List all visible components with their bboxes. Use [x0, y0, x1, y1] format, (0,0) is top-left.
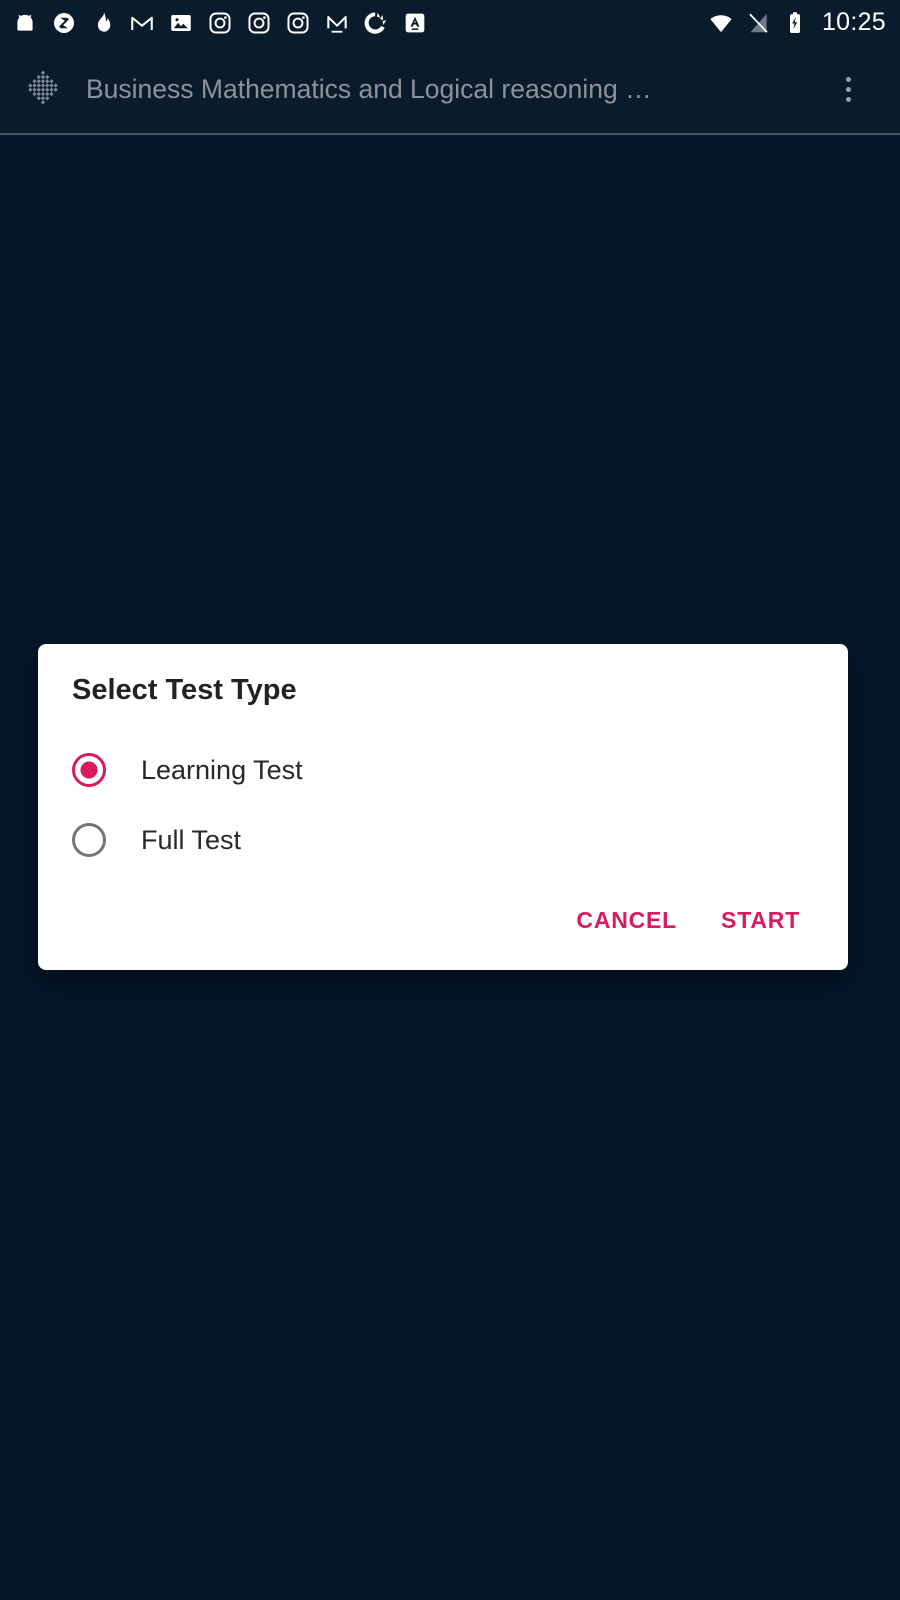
donut-chart-icon — [364, 11, 387, 34]
photos-icon — [171, 14, 191, 31]
boxed-a-icon — [405, 13, 425, 32]
radio-option-full-test[interactable]: Full Test — [38, 805, 848, 875]
dialog-title: Select Test Type — [72, 674, 297, 706]
instagram-icon — [209, 11, 231, 34]
status-system-icons: 10:25 — [708, 8, 886, 37]
cancel-button[interactable]: CANCEL — [558, 895, 695, 946]
flame-icon — [97, 11, 111, 32]
radio-option-label: Learning Test — [141, 754, 303, 785]
radio-option-learning-test[interactable]: Learning Test — [38, 735, 848, 805]
instagram-icon — [248, 11, 270, 34]
dialog-actions: CANCEL START — [38, 875, 848, 970]
android-robot-icon — [17, 14, 33, 31]
radio-option-label: Full Test — [141, 824, 242, 855]
select-test-type-dialog: Select Test Type Learning Test Full Test… — [38, 644, 848, 970]
app-logo-icon — [28, 70, 58, 105]
overflow-dot — [845, 86, 851, 92]
instagram-icon — [287, 11, 309, 34]
radio-unselected-icon[interactable] — [72, 823, 106, 857]
overflow-dot — [845, 76, 851, 82]
wifi-icon — [710, 14, 732, 32]
status-clock: 10:25 — [821, 8, 886, 36]
overflow-menu-icon[interactable] — [820, 61, 876, 117]
medium-icon — [327, 15, 347, 33]
signal-off-icon — [749, 13, 768, 33]
radio-selected-icon[interactable] — [72, 753, 106, 787]
overflow-dot — [845, 96, 851, 102]
status-bar: 10:25 — [0, 0, 900, 45]
page-title: Business Mathematics and Logical reasoni… — [86, 73, 652, 104]
app-bar: Business Mathematics and Logical reasoni… — [0, 45, 900, 133]
battery-charging-icon — [789, 11, 800, 33]
status-notification-icons — [12, 10, 708, 36]
start-button[interactable]: START — [703, 895, 818, 946]
gmail-icon — [131, 16, 153, 30]
circle-slash-icon — [54, 12, 74, 33]
